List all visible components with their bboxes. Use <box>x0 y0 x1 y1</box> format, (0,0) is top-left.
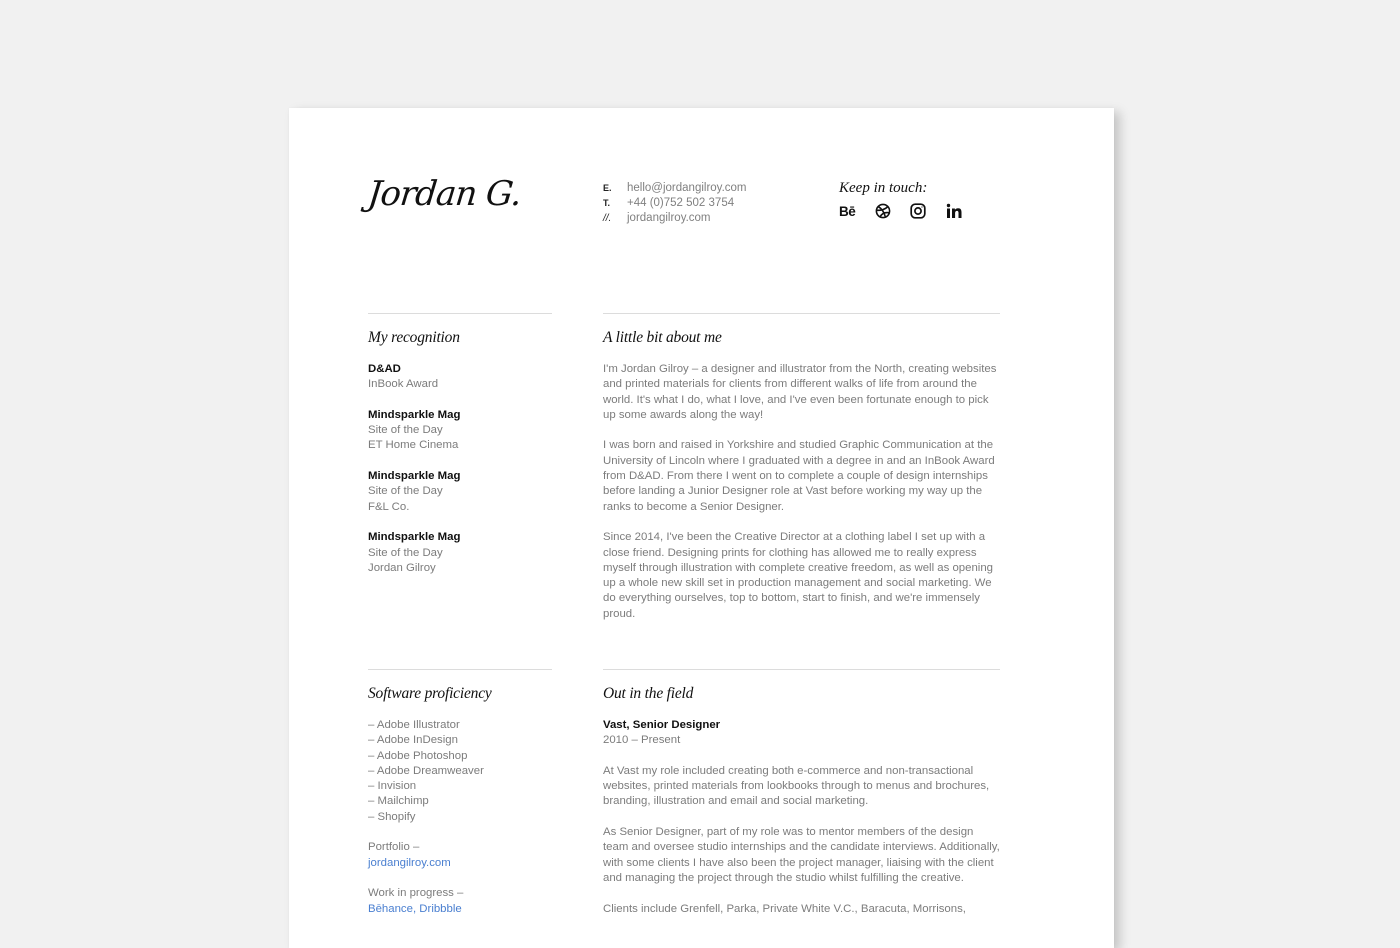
about-paragraph: Since 2014, I've been the Creative Direc… <box>603 531 994 620</box>
software-item: – Invision <box>368 780 417 793</box>
resume-page: Jordan G. E. hello@jordangilroy.com T. +… <box>289 108 1114 948</box>
portfolio-label: Portfolio – <box>368 841 420 854</box>
software-item: – Adobe Photoshop <box>368 749 468 762</box>
software-item: – Adobe InDesign <box>368 734 458 747</box>
phone-number[interactable]: +44 (0)752 502 3754 <box>627 197 734 209</box>
contact-phone-row: T. +44 (0)752 502 3754 <box>603 195 747 210</box>
recognition-line: InBook Award <box>368 378 439 391</box>
email-key: E. <box>603 182 612 193</box>
recognition-line: ET Home Cinema <box>368 439 459 452</box>
keep-in-touch: Keep in touch: Bē <box>839 180 981 219</box>
job-role: Vast, Senior Designer <box>603 719 721 731</box>
keep-in-touch-title: Keep in touch: <box>839 180 928 196</box>
recognition-org: Mindsparkle Mag <box>368 470 461 483</box>
recognition-section: My recognition D&AD InBook Award Mindspa… <box>368 313 552 576</box>
contact-block: E. hello@jordangilroy.com T. +44 (0)752 … <box>603 180 747 226</box>
contact-website-row: //. jordangilroy.com <box>603 211 747 226</box>
recognition-line: Site of the Day <box>368 546 443 559</box>
divider <box>368 313 552 314</box>
recognition-item: Mindsparkle Mag Site of the Day F&L Co. <box>368 469 552 515</box>
experience-paragraph: At Vast my role included creating both e… <box>603 764 990 808</box>
portfolio-link[interactable]: jordangilroy.com <box>368 857 451 869</box>
divider <box>368 669 552 670</box>
website-key: //. <box>603 212 612 224</box>
recognition-item: D&AD InBook Award <box>368 362 552 393</box>
experience-paragraph: Clients include Grenfell, Parka, Private… <box>603 902 966 915</box>
recognition-org: Mindsparkle Mag <box>368 408 461 421</box>
about-paragraph: I was born and raised in Yorkshire and s… <box>603 439 995 513</box>
phone-key: T. <box>603 197 611 208</box>
recognition-list: D&AD InBook Award Mindsparkle Mag Site o… <box>368 362 552 576</box>
recognition-item: Mindsparkle Mag Site of the Day Jordan G… <box>368 530 552 576</box>
software-section: Software proficiency – Adobe Illustrator… <box>368 669 552 917</box>
email-link[interactable]: hello@jordangilroy.com <box>627 182 747 194</box>
recognition-line: F&L Co. <box>368 500 410 513</box>
job-period: 2010 – Present <box>603 734 681 747</box>
recognition-line: Site of the Day <box>368 424 443 437</box>
software-item: – Adobe Dreamweaver <box>368 764 484 777</box>
experience-title: Out in the field <box>603 685 694 702</box>
about-title: A little bit about me <box>603 329 722 346</box>
instagram-icon[interactable] <box>910 203 946 219</box>
experience-paragraph: As Senior Designer, part of my role was … <box>603 826 1000 884</box>
website-link[interactable]: jordangilroy.com <box>627 212 711 224</box>
experience-section: Out in the field Vast, Senior Designer 2… <box>603 669 1000 932</box>
dribbble-icon[interactable] <box>875 203 911 219</box>
linkedin-icon[interactable] <box>946 203 982 219</box>
about-paragraph: I'm Jordan Gilroy – a designer and illus… <box>603 363 997 421</box>
about-section: A little bit about me I'm Jordan Gilroy … <box>603 313 1000 637</box>
divider <box>603 313 1000 314</box>
software-item: – Shopify <box>368 810 416 823</box>
recognition-line: Jordan Gilroy <box>368 561 436 574</box>
divider <box>603 669 1000 670</box>
behance-icon[interactable]: Bē <box>839 203 875 219</box>
recognition-org: D&AD <box>368 363 401 375</box>
recognition-title: My recognition <box>368 329 460 346</box>
software-item: – Mailchimp <box>368 795 429 808</box>
recognition-item: Mindsparkle Mag Site of the Day ET Home … <box>368 408 552 454</box>
recognition-line: Site of the Day <box>368 485 443 498</box>
software-item: – Adobe Illustrator <box>368 719 460 731</box>
wip-links[interactable]: Bēhance, Dribbble <box>368 903 462 915</box>
wip-label: Work in progress – <box>368 887 464 900</box>
software-title: Software proficiency <box>368 685 492 702</box>
social-links: Bē <box>839 203 981 219</box>
software-list: – Adobe Illustrator – Adobe InDesign – A… <box>368 718 552 825</box>
recognition-org: Mindsparkle Mag <box>368 531 461 544</box>
contact-email-row: E. hello@jordangilroy.com <box>603 180 747 195</box>
logo-signature: Jordan G. <box>365 174 523 214</box>
